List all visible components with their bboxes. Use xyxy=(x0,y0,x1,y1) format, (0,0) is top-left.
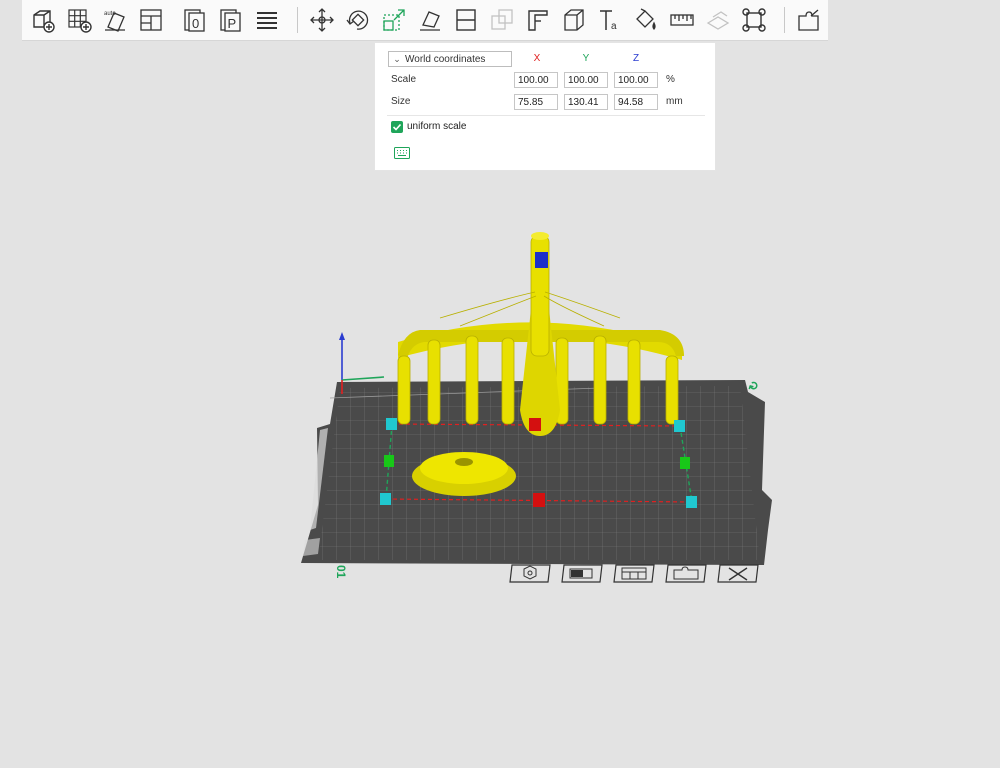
plate-toolbar xyxy=(509,564,759,583)
3d-viewport[interactable]: 01 ↻ xyxy=(0,0,1000,768)
plate-lock-icon[interactable] xyxy=(561,564,603,583)
plate-close-icon[interactable] xyxy=(717,564,759,583)
plate-number: 01 xyxy=(334,565,348,579)
plate-slice-icon[interactable] xyxy=(509,564,551,583)
plate-settings-icon[interactable] xyxy=(665,564,707,583)
plate-arrange-icon[interactable] xyxy=(613,564,655,583)
plate-edge-label: ↻ xyxy=(746,379,762,392)
